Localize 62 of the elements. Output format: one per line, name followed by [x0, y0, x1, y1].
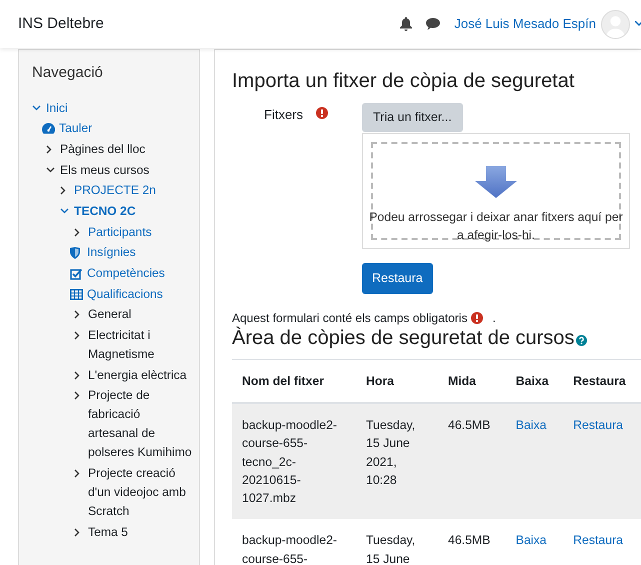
shield-icon: [70, 246, 80, 259]
chat-icon[interactable]: [426, 18, 440, 30]
chevron-right-icon[interactable]: [74, 370, 80, 380]
required-icon: [316, 107, 328, 119]
chevron-right-icon[interactable]: [46, 144, 52, 154]
chevron-down-icon[interactable]: [60, 208, 69, 214]
nav-link[interactable]: Qualificacions: [87, 284, 163, 304]
download-link[interactable]: Baixa: [516, 418, 547, 432]
time-cell-text: Tuesday, 15 June: [365, 532, 416, 565]
panel-title: Navegació: [32, 63, 104, 83]
nav-item[interactable]: Tema 5: [88, 522, 128, 542]
chevron-right-icon[interactable]: [74, 228, 80, 237]
chevron-right-icon[interactable]: [60, 186, 66, 196]
down-arrow-icon: [475, 166, 517, 198]
download-link[interactable]: Baixa: [516, 533, 547, 548]
nav-link[interactable]: Inici: [46, 98, 68, 118]
nav-link[interactable]: PROJECTE 2n: [74, 181, 156, 200]
nav-link[interactable]: Tauler: [59, 119, 92, 138]
nav-item[interactable]: L'energia elèctrica: [88, 366, 187, 385]
table-icon: [70, 288, 83, 300]
nav-item[interactable]: Pàgines del lloc: [60, 140, 146, 159]
size-cell-text: 46.5MB: [447, 532, 492, 550]
filename-cell: backup-moodle2-course-655-tecno_2c-20210615-1027.mbz: [232, 402, 356, 520]
chevron-right-icon[interactable]: [74, 310, 80, 320]
drop-hint: Podeu arrossegar i deixar anar fitxers aquí per a afegir-los-hi.: [368, 208, 624, 244]
required-fields-note: Aquest formulari conté els camps obligatoris: [232, 310, 468, 326]
choose-file-button[interactable]: Tria un fitxer...: [362, 103, 463, 132]
nav-link[interactable]: Participants: [88, 222, 152, 242]
dashboard-icon: [42, 123, 55, 134]
nav-item[interactable]: Els meus cursos: [60, 160, 150, 180]
time-cell: Tuesday, 15 June 2021, 10:28: [356, 402, 438, 520]
drop-zone[interactable]: [371, 142, 621, 240]
nav-item[interactable]: Electricitat i Magnetisme: [88, 326, 193, 364]
caret-icon[interactable]: [635, 21, 641, 27]
chevron-right-icon[interactable]: [74, 391, 80, 400]
nav-item[interactable]: Projecte de fabricació artesanal de polseres Kumihimo: [88, 386, 193, 462]
chevron-right-icon[interactable]: [74, 528, 80, 537]
page-heading: Importa un fitxer de còpia de seguretat: [232, 69, 576, 94]
field-label: Fitxers: [264, 106, 303, 124]
restore-link[interactable]: Restaura: [573, 533, 624, 548]
chevron-right-icon[interactable]: [74, 469, 80, 478]
user-name-link[interactable]: José Luis Mesado Espín: [454, 14, 596, 34]
filename-cell-text: backup-moodle2-course-655-: [241, 532, 338, 565]
nav-link[interactable]: TECNO 2C: [74, 202, 136, 221]
required-icon: [471, 312, 484, 324]
nav-link[interactable]: Competències: [87, 264, 165, 283]
restore-link[interactable]: Restaura: [573, 418, 624, 432]
restore-button[interactable]: Restaura: [362, 262, 433, 294]
chevron-right-icon[interactable]: [74, 331, 80, 340]
size-cell: 46.5MB: [438, 402, 506, 520]
section-heading: Àrea de còpies de seguretat de cursos: [232, 326, 574, 348]
chevron-down-icon[interactable]: [32, 105, 41, 111]
nav-item[interactable]: General: [88, 305, 132, 324]
site-name[interactable]: INS Deltebre: [18, 12, 104, 36]
bell-icon[interactable]: [400, 17, 412, 31]
nav-link[interactable]: Insígnies: [87, 243, 136, 262]
help-icon[interactable]: [576, 334, 588, 346]
checkbox-icon: [70, 268, 82, 280]
note-end: .: [492, 310, 496, 326]
nav-item[interactable]: Projecte creació d'un videojoc amb Scratch: [88, 464, 193, 522]
file-picker-field[interactable]: Podeu arrossegar i deixar anar fitxers aquí per a afegir-los-hi.: [362, 132, 630, 249]
chevron-down-icon[interactable]: [46, 167, 55, 174]
